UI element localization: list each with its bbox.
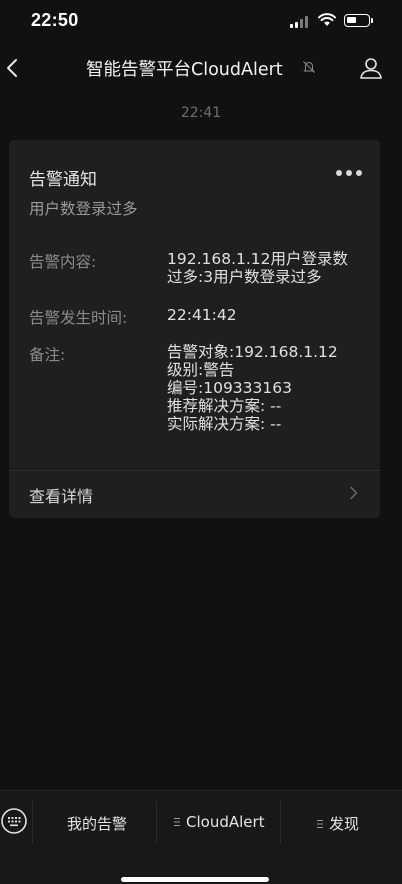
status-bar: 22:50 (0, 0, 402, 44)
wifi-icon (318, 13, 336, 26)
field-value-line: 22:41:42 (167, 306, 237, 324)
card-subtitle: 用户数登录过多 (29, 200, 138, 218)
field-value-line: 级别:警告 (167, 361, 235, 379)
view-details-label: 查看详情 (29, 487, 94, 506)
menu-separator (156, 801, 157, 843)
keyboard-icon[interactable] (0, 807, 28, 835)
cellular-signal-icon (290, 16, 312, 28)
more-options-icon[interactable] (336, 170, 362, 178)
field-value-line: 实际解决方案: -- (167, 415, 282, 433)
field-value-remarks: 告警对象:192.168.1.12 级别:警告 编号:109333163 推荐解… (167, 343, 338, 433)
menu-item-label: CloudAlert (186, 813, 265, 831)
field-value-line: 推荐解决方案: -- (167, 397, 282, 415)
field-value-content: 192.168.1.12用户登录数 过多:3用户数登录过多 (167, 250, 348, 286)
field-label-time: 告警发生时间: (29, 309, 128, 327)
battery-tip (371, 18, 373, 23)
battery-icon (344, 14, 370, 27)
field-label-content: 告警内容: (29, 253, 97, 271)
home-indicator (121, 877, 269, 882)
submenu-icon (317, 820, 323, 828)
bottom-menu-bar: 我的告警 CloudAlert 发现 (0, 790, 402, 884)
menu-item-label: 发现 (329, 815, 360, 833)
card-title: 告警通知 (29, 170, 97, 190)
chevron-right-icon (350, 486, 358, 500)
page-title: 智能告警平台CloudAlert (86, 60, 283, 80)
field-label-remarks: 备注: (29, 346, 66, 364)
field-value-line: 过多:3用户数登录过多 (167, 268, 322, 286)
field-value-time: 22:41:42 (167, 306, 237, 324)
mute-bell-icon (303, 61, 315, 73)
menu-item-discover[interactable]: 发现 (317, 813, 359, 833)
field-value-line: 编号:109333163 (167, 379, 292, 397)
field-value-line: 192.168.1.12用户登录数 (167, 250, 349, 268)
profile-icon[interactable] (358, 55, 384, 81)
status-time: 22:50 (31, 10, 79, 30)
alert-card[interactable]: 告警通知 用户数登录过多 告警内容: 192.168.1.12用户登录数 过多:… (9, 140, 380, 518)
submenu-icon (174, 818, 180, 826)
menu-separator (280, 801, 281, 843)
field-value-line: 告警对象:192.168.1.12 (167, 343, 338, 361)
menu-item-label: 我的告警 (67, 815, 128, 833)
menu-item-my-alerts[interactable]: 我的告警 (67, 813, 127, 833)
menu-item-cloudalert[interactable]: CloudAlert (174, 813, 265, 833)
menu-separator (32, 801, 33, 843)
nav-bar: 智能告警平台CloudAlert (0, 44, 402, 92)
message-timestamp: 22:41 (180, 105, 222, 121)
view-details-link[interactable]: 查看详情 (9, 471, 380, 516)
back-arrow-icon[interactable] (4, 56, 26, 80)
